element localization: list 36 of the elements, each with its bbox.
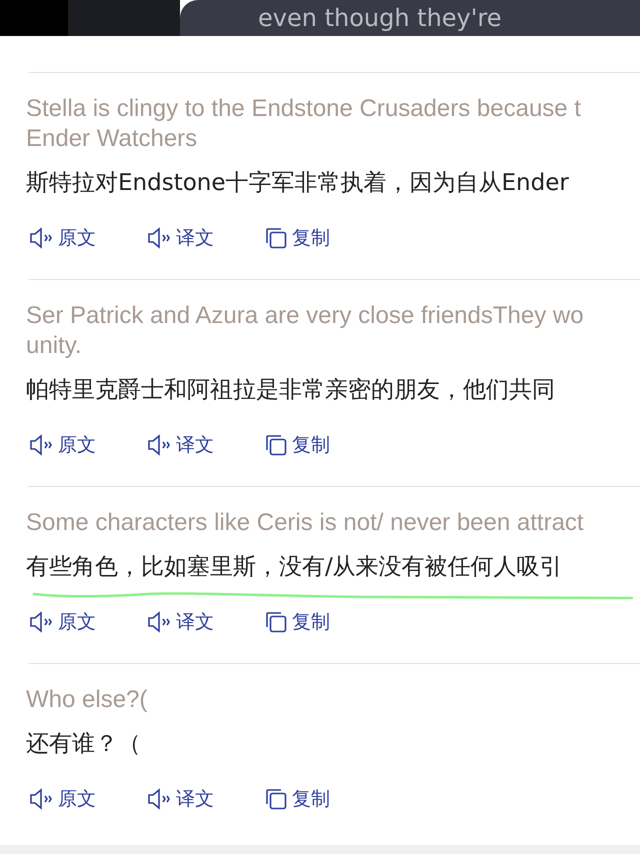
copy-icon	[264, 787, 288, 811]
speak-button[interactable]: 原文	[28, 432, 126, 458]
speaker-icon	[28, 226, 54, 250]
speaker-icon	[146, 787, 172, 811]
copy-icon	[264, 226, 288, 250]
source-text: Stella is clingy to the Endstone Crusaders because t	[26, 94, 582, 124]
source-text: Some characters like Ceris is not/ never been attract	[26, 508, 585, 538]
overlay-caption: even though they're	[258, 4, 502, 32]
speaker-icon	[28, 610, 54, 634]
copy-icon	[264, 433, 288, 457]
copy-button[interactable]: 复制	[264, 225, 362, 251]
speaker-icon	[146, 226, 172, 250]
speaker-icon	[146, 610, 172, 634]
source-text: Who else?(	[26, 685, 148, 715]
speak-button[interactable]: 译文	[146, 432, 244, 458]
speak-button[interactable]: 原文	[28, 786, 126, 812]
copy-button[interactable]: 复制	[264, 609, 362, 635]
speaker-icon	[28, 787, 54, 811]
translation-text: 还有谁？（	[26, 730, 142, 759]
screen-edge	[0, 0, 68, 36]
source-text: Ender Watchers	[26, 124, 198, 154]
speak-button[interactable]: 译文	[146, 786, 244, 812]
source-text: Ser Patrick and Azura are very close friendsThey wo	[26, 301, 585, 331]
speaker-icon	[146, 433, 172, 457]
speaker-icon	[28, 433, 54, 457]
copy-button[interactable]: 复制	[264, 786, 362, 812]
speak-button[interactable]: 译文	[146, 225, 244, 251]
speak-button[interactable]: 原文	[28, 609, 126, 635]
source-text: unity.	[26, 331, 83, 361]
speak-button[interactable]: 译文	[146, 609, 244, 635]
translation-text: 有些角色，比如塞里斯，没有/从来没有被任何人吸引	[26, 553, 564, 582]
translation-text: 帕特里克爵士和阿祖拉是非常亲密的朋友，他们共同	[26, 376, 556, 405]
translation-text: 斯特拉对Endstone十字军非常执着，因为自从Ender	[26, 169, 570, 198]
copy-button[interactable]: 复制	[264, 432, 362, 458]
speak-button[interactable]: 原文	[28, 225, 126, 251]
copy-icon	[264, 610, 288, 634]
